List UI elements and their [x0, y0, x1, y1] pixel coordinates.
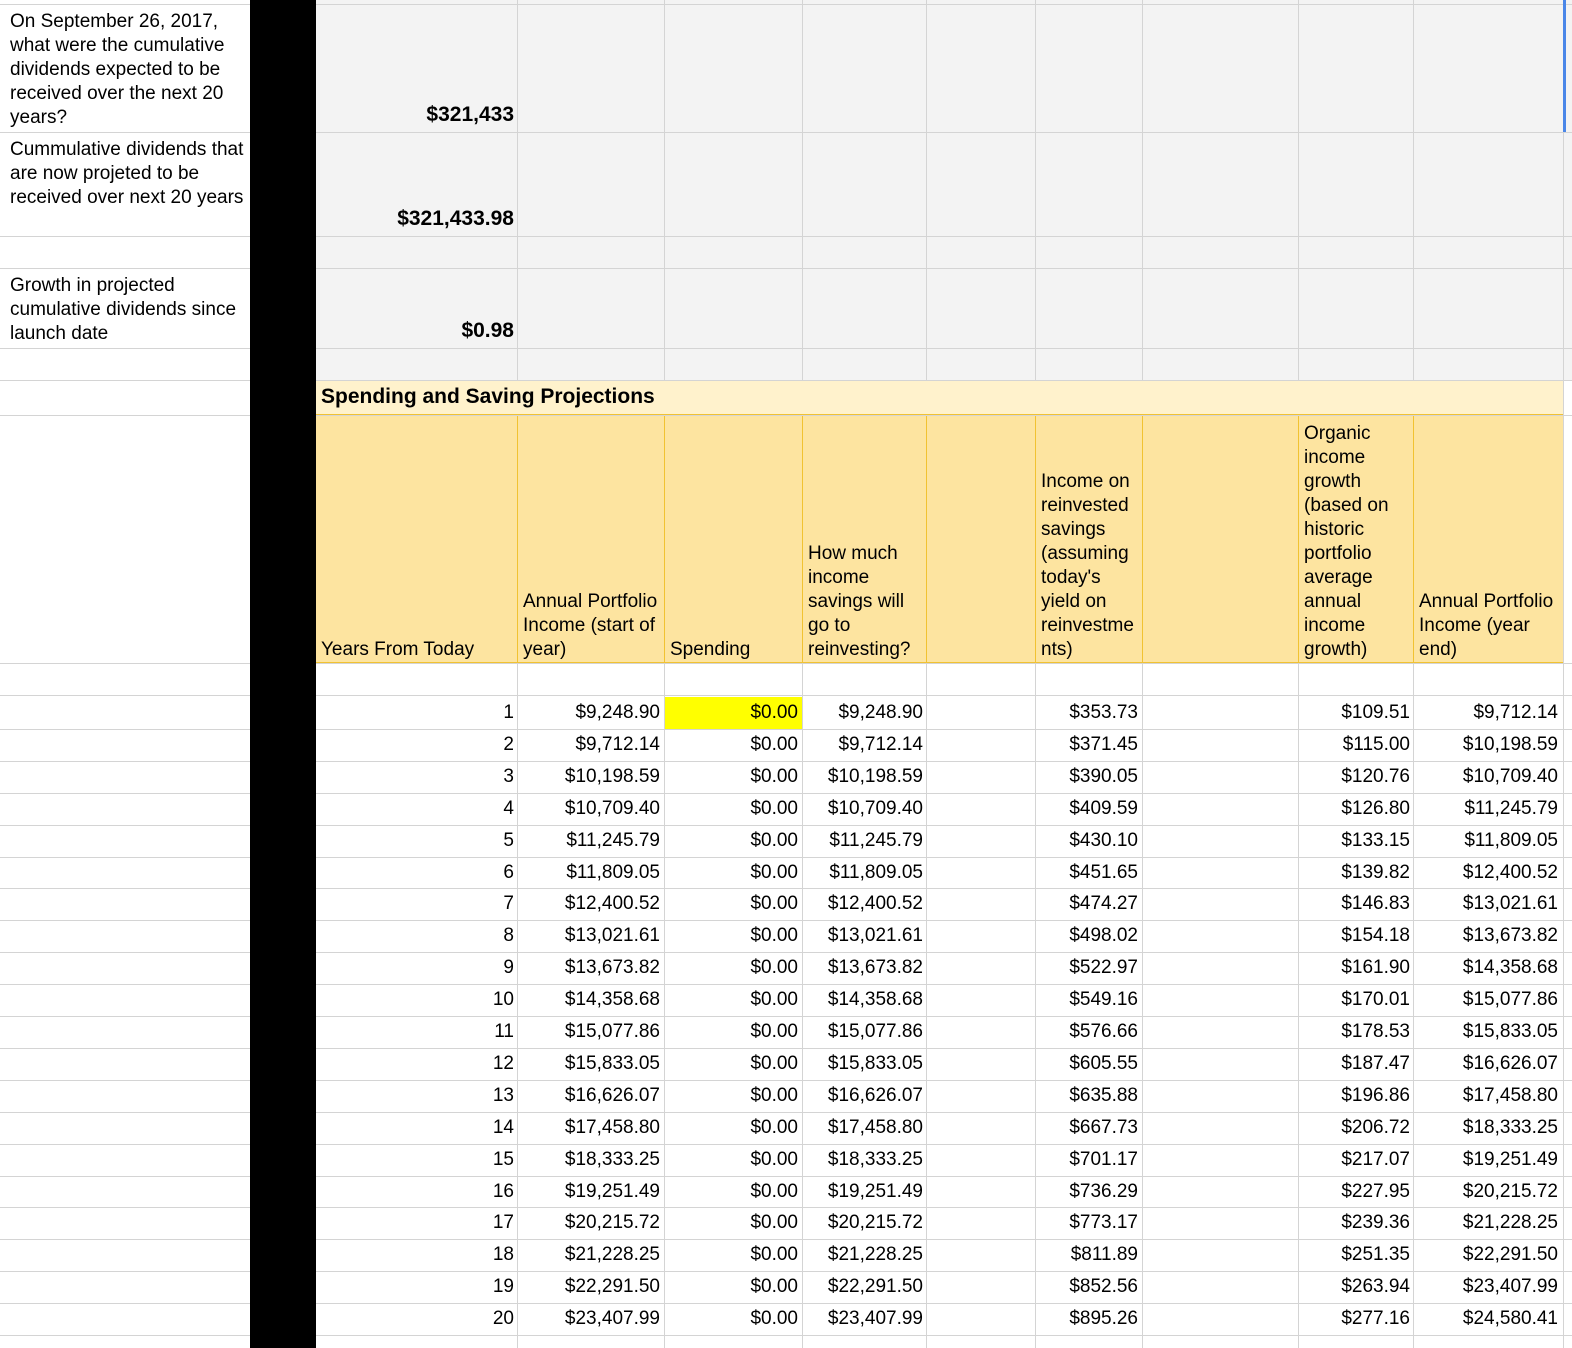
cell-reinvest[interactable]: $23,407.99 — [743, 1303, 923, 1335]
cell-reinvest[interactable]: $18,333.25 — [743, 1144, 923, 1176]
cell-end-income[interactable]: $10,198.59 — [1378, 729, 1558, 761]
cell-reinvest-income[interactable]: $811.89 — [958, 1239, 1138, 1271]
cell-reinvest[interactable]: $20,215.72 — [743, 1207, 923, 1239]
cell-end-income[interactable]: $22,291.50 — [1378, 1239, 1558, 1271]
summary-value-1[interactable]: $321,433 — [320, 103, 514, 127]
cell-end-income[interactable]: $23,407.99 — [1378, 1271, 1558, 1303]
grid-line — [0, 348, 1572, 349]
cell-reinvest-income[interactable]: $474.27 — [958, 888, 1138, 920]
summary-value-2[interactable]: $321,433.98 — [320, 207, 514, 231]
grid-line — [0, 268, 1572, 269]
summary-value-3[interactable]: $0.98 — [320, 319, 514, 343]
cell-end-income[interactable]: $15,077.86 — [1378, 984, 1558, 1016]
header-divider — [1298, 416, 1299, 663]
header-reinvest: How much income savings will go to reinv… — [808, 543, 911, 660]
cell-end-income[interactable]: $9,712.14 — [1378, 697, 1558, 729]
cell-reinvest[interactable]: $16,626.07 — [743, 1080, 923, 1112]
cell-reinvest-income[interactable]: $409.59 — [958, 793, 1138, 825]
header-divider — [517, 416, 518, 663]
cell-end-income[interactable]: $18,333.25 — [1378, 1112, 1558, 1144]
grid-line — [0, 4, 1572, 5]
cell-reinvest-income[interactable]: $895.26 — [958, 1303, 1138, 1335]
cell-reinvest-income[interactable]: $773.17 — [958, 1207, 1138, 1239]
header-divider — [1142, 416, 1143, 663]
header-years: Years From Today — [321, 639, 475, 660]
cell-end-income[interactable]: $13,021.61 — [1378, 888, 1558, 920]
cell-reinvest-income[interactable]: $605.55 — [958, 1048, 1138, 1080]
header-organic-growth: Organic income growth (based on historic… — [1304, 423, 1389, 660]
header-divider — [1413, 416, 1414, 663]
cell-end-income[interactable]: $10,709.40 — [1378, 761, 1558, 793]
cell-reinvest-income[interactable]: $701.17 — [958, 1144, 1138, 1176]
redaction-bar — [250, 0, 316, 1348]
cell-reinvest[interactable]: $22,291.50 — [743, 1271, 923, 1303]
cell-reinvest[interactable]: $12,400.52 — [743, 888, 923, 920]
header-start-income: Annual Portfolio Income (start of year) — [523, 591, 658, 660]
cell-end-income[interactable]: $14,358.68 — [1378, 952, 1558, 984]
cell-reinvest[interactable]: $13,673.82 — [743, 952, 923, 984]
cell-end-income[interactable]: $11,245.79 — [1378, 793, 1558, 825]
grid-line — [0, 132, 1572, 133]
cell-end-income[interactable]: $13,673.82 — [1378, 920, 1558, 952]
grid-line — [1563, 0, 1564, 1348]
cell-reinvest[interactable]: $11,245.79 — [743, 825, 923, 857]
selection-edge — [1563, 0, 1566, 132]
cell-reinvest-income[interactable]: $576.66 — [958, 1016, 1138, 1048]
cell-end-income[interactable]: $20,215.72 — [1378, 1176, 1558, 1208]
cell-end-income[interactable]: $21,228.25 — [1378, 1207, 1558, 1239]
header-end-income: Annual Portfolio Income (year end) — [1419, 591, 1554, 660]
cell-end-income[interactable]: $15,833.05 — [1378, 1016, 1558, 1048]
cell-reinvest[interactable]: $9,248.90 — [743, 697, 923, 729]
cell-reinvest-income[interactable]: $451.65 — [958, 857, 1138, 889]
cell-end-income[interactable]: $11,809.05 — [1378, 825, 1558, 857]
cell-reinvest[interactable]: $11,809.05 — [743, 857, 923, 889]
cell-reinvest[interactable]: $14,358.68 — [743, 984, 923, 1016]
cell-reinvest-income[interactable]: $667.73 — [958, 1112, 1138, 1144]
cell-reinvest-income[interactable]: $852.56 — [958, 1271, 1138, 1303]
summary-label-2: Cummulative dividends that are now proje… — [10, 139, 244, 208]
cell-reinvest[interactable]: $9,712.14 — [743, 729, 923, 761]
cell-end-income[interactable]: $12,400.52 — [1378, 857, 1558, 889]
cell-reinvest[interactable]: $10,709.40 — [743, 793, 923, 825]
header-divider — [316, 662, 1563, 663]
header-divider — [664, 416, 665, 663]
grid-line — [0, 695, 1572, 696]
cell-end-income[interactable]: $17,458.80 — [1378, 1080, 1558, 1112]
cell-reinvest-income[interactable]: $430.10 — [958, 825, 1138, 857]
cell-reinvest[interactable]: $19,251.49 — [743, 1176, 923, 1208]
cell-end-income[interactable]: $16,626.07 — [1378, 1048, 1558, 1080]
cell-reinvest-income[interactable]: $549.16 — [958, 984, 1138, 1016]
grid-line — [0, 236, 1572, 237]
grid-line — [0, 1335, 1572, 1336]
header-spending: Spending — [670, 639, 751, 660]
cell-reinvest-income[interactable]: $498.02 — [958, 920, 1138, 952]
cell-end-income[interactable]: $24,580.41 — [1378, 1303, 1558, 1335]
cell-reinvest-income[interactable]: $522.97 — [958, 952, 1138, 984]
header-divider — [802, 416, 803, 663]
section-title: Spending and Saving Projections — [321, 385, 655, 408]
cell-reinvest-income[interactable]: $371.45 — [958, 729, 1138, 761]
summary-label-3: Growth in projected cumulative dividends… — [10, 275, 237, 344]
grid-line — [926, 0, 927, 1348]
cell-reinvest[interactable]: $15,833.05 — [743, 1048, 923, 1080]
summary-label-1: On September 26, 2017, what were the cum… — [10, 11, 225, 128]
cell-reinvest[interactable]: $15,077.86 — [743, 1016, 923, 1048]
cell-reinvest-income[interactable]: $353.73 — [958, 697, 1138, 729]
cell-reinvest-income[interactable]: $736.29 — [958, 1176, 1138, 1208]
cell-reinvest-income[interactable]: $390.05 — [958, 761, 1138, 793]
header-divider — [926, 416, 927, 663]
cell-reinvest[interactable]: $21,228.25 — [743, 1239, 923, 1271]
header-reinvest-income: Income on reinvested savings (assuming t… — [1041, 471, 1134, 660]
cell-end-income[interactable]: $19,251.49 — [1378, 1144, 1558, 1176]
grid-line — [1142, 0, 1143, 1348]
cell-reinvest[interactable]: $13,021.61 — [743, 920, 923, 952]
grid-line — [0, 663, 1572, 664]
cell-reinvest[interactable]: $17,458.80 — [743, 1112, 923, 1144]
cell-reinvest[interactable]: $10,198.59 — [743, 761, 923, 793]
cell-reinvest-income[interactable]: $635.88 — [958, 1080, 1138, 1112]
header-divider — [1035, 416, 1036, 663]
